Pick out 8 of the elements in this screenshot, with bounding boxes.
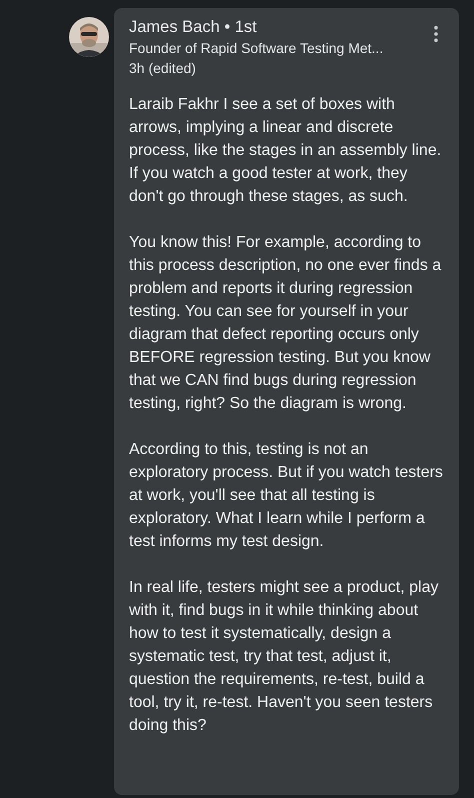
comment-paragraph: You know this! For example, according to this process description, no one ever finds a problem and reports it during regression testing. You can see for yourself in your diagram that defect reporting occurs only BEFORE regression testing. But you know that we CAN find bugs during regression testing, right? So the diagram is wrong.	[129, 233, 442, 414]
author-name[interactable]: James Bach • 1st	[129, 17, 384, 38]
comment-paragraph: Laraib Fakhr I see a set of boxes with arrows, implying a linear and discrete process, like the stages in an assembly line. If you watch a good tester at work, they don't go through these stages, as such.	[129, 95, 442, 207]
more-options-icon[interactable]	[433, 25, 439, 43]
comment-paragraph: In real life, testers might see a product, play with it, find bugs in it while thinking about how to test it systematically, design a systematic test, try that test, adjust it, question the requirements, re-test, build a tool, try it, re-test. Haven't you seen testers doing this?	[129, 578, 440, 736]
author-headline: Founder of Rapid Software Testing Met...	[129, 39, 384, 58]
comment-time: 3h (edited)	[129, 59, 197, 78]
comment-paragraph: According to this, testing is not an exploratory process. But if you watch testers at work, you'll see that all testing is exploratory. What I learn while I perform a test informs my test design.	[129, 440, 444, 552]
